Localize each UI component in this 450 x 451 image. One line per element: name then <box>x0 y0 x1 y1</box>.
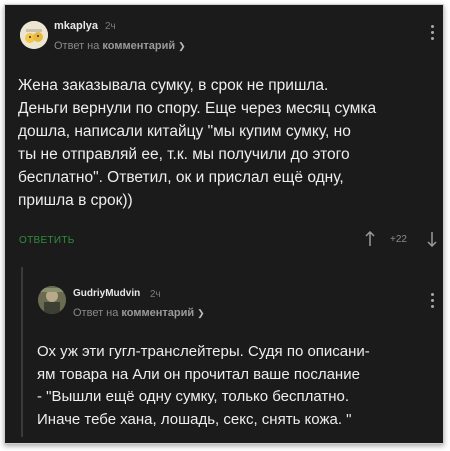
text-line: ты не отправляй ее, т.к. мы получили до … <box>18 146 350 163</box>
more-vertical-icon[interactable] <box>431 293 435 311</box>
thread-line <box>21 267 23 437</box>
text-line: Деньги вернули по спору. Еще через месяц… <box>18 100 377 117</box>
reply-prefix: Ответ на <box>54 40 100 52</box>
text-line: пришла в срок)) <box>18 192 133 209</box>
chevron-down-icon[interactable]: ❯ <box>197 308 205 319</box>
arrow-up-icon[interactable] <box>365 231 375 247</box>
timestamp: 2ч <box>150 289 161 300</box>
reply-to-label[interactable]: Ответ на комментарий ❯ <box>54 40 186 52</box>
reply-target[interactable]: комментарий <box>121 307 194 319</box>
avatar[interactable] <box>38 286 66 314</box>
reply-button[interactable]: ОТВЕТИТЬ <box>19 235 75 246</box>
username[interactable]: mkaplya <box>54 20 98 32</box>
comment-text: Ох уж эти гугл-транслейтеры. Судя по опи… <box>37 341 443 431</box>
reply-to-label[interactable]: Ответ на комментарий ❯ <box>73 307 205 319</box>
avatar-image-icon <box>20 21 48 49</box>
reply-target[interactable]: комментарий <box>102 40 175 52</box>
text-line: - "Вышли ещё одну сумку, только бесплатн… <box>37 388 350 405</box>
text-line: бесплатно". Ответил, ок и прислал ещё од… <box>18 169 344 186</box>
text-line: Жена заказывала сумку, в срок не пришла. <box>18 77 329 94</box>
score: +22 <box>390 234 407 245</box>
avatar[interactable] <box>20 21 48 49</box>
text-line: Ох уж эти гугл-транслейтеры. Судя по опи… <box>37 343 370 360</box>
arrow-down-icon[interactable] <box>427 231 437 247</box>
more-vertical-icon[interactable] <box>431 25 435 43</box>
avatar-image-icon <box>38 286 66 314</box>
comments-screenshot: mkaplya 2ч Ответ на комментарий ❯ Жена за… <box>4 4 444 444</box>
reply-prefix: Ответ на <box>73 307 119 319</box>
timestamp: 2ч <box>105 21 116 32</box>
chevron-down-icon[interactable]: ❯ <box>178 41 186 52</box>
text-line: дошла, написали китайцу "мы купим сумку,… <box>18 123 351 140</box>
username[interactable]: GudriyMudvin <box>73 288 140 299</box>
text-line: ям товара на Али он прочитал ваше послан… <box>37 365 360 383</box>
text-line: Иначе тебе хана, лошадь, секс, снять кож… <box>37 410 352 428</box>
comment-text: Жена заказывала сумку, в срок не пришла.… <box>18 74 438 212</box>
